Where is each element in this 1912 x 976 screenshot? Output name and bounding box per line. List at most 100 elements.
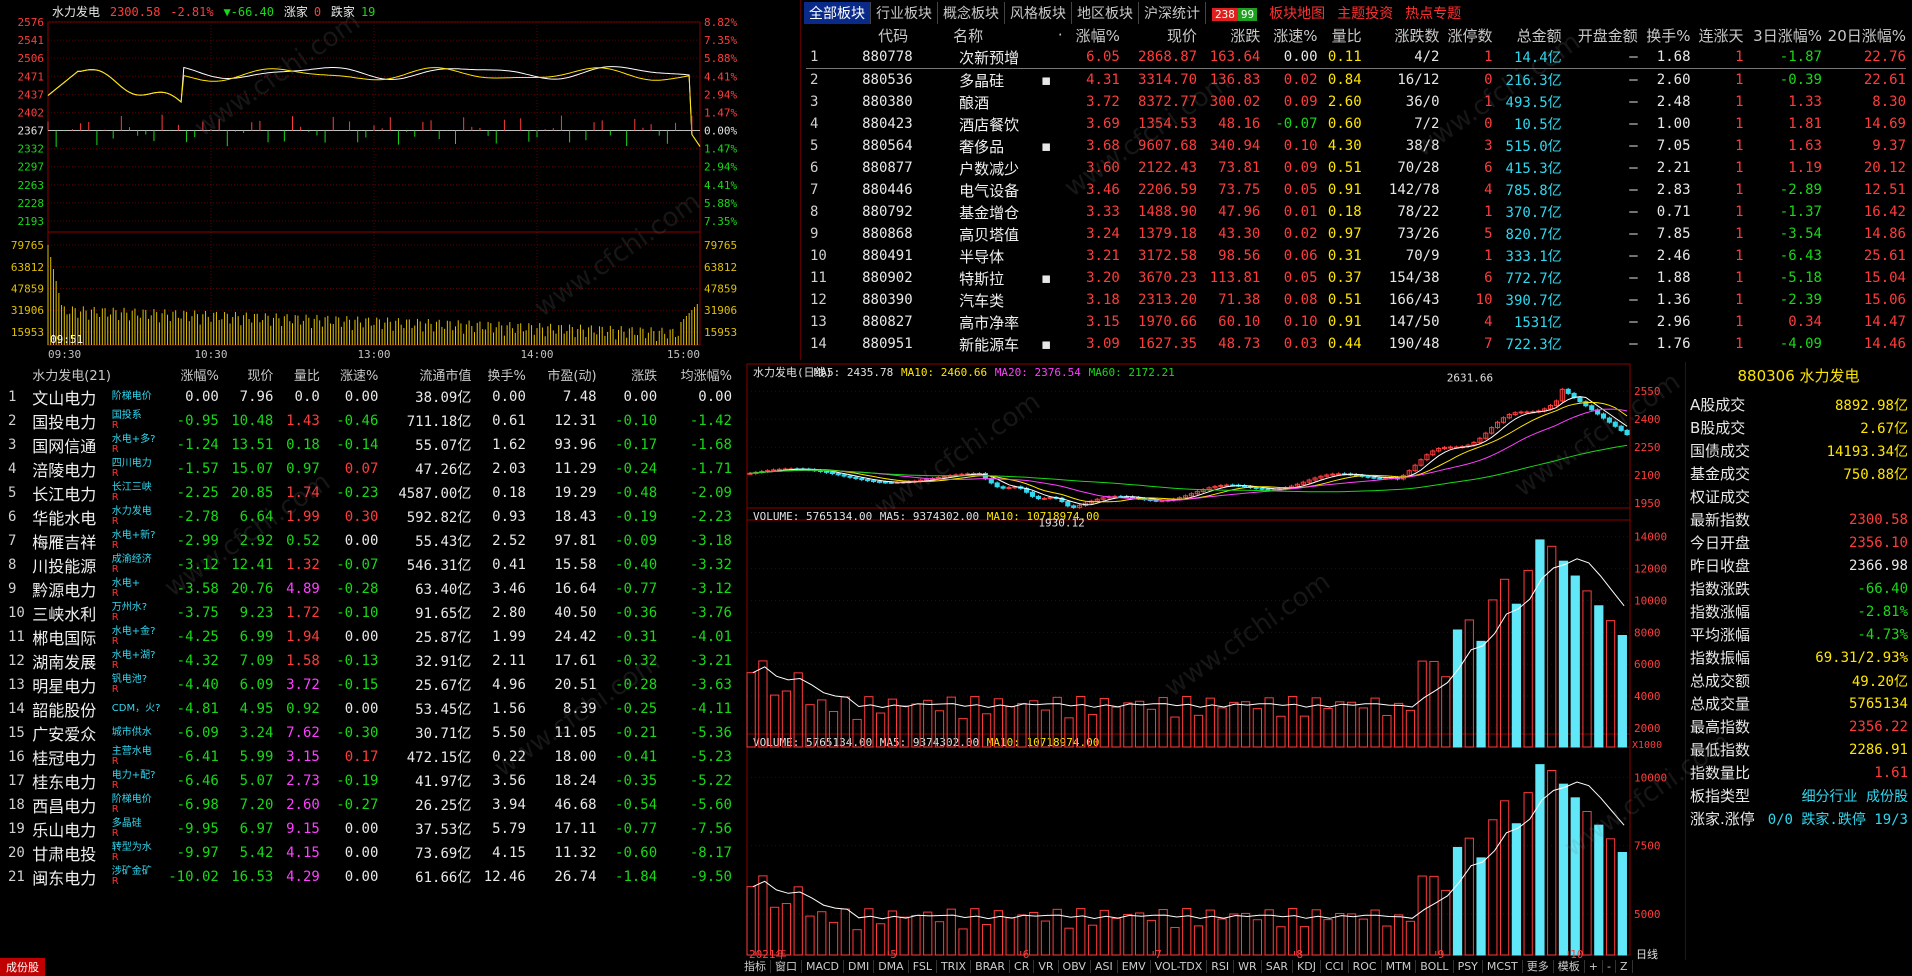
kline-panel[interactable]: 水力发电(日线) MA5: 2435.78 MA10: 2460.66 MA20: 2… bbox=[745, 362, 1685, 973]
stock-header-4[interactable]: 现价 bbox=[219, 363, 273, 385]
indicator-button[interactable]: Z bbox=[1616, 960, 1633, 973]
stock-row[interactable]: 21 闽东电力 涉矿金矿 R -10.02 16.53 4.29 0.00 61.66亿 12.4… bbox=[4, 865, 732, 889]
tab-theme[interactable]: 主题投资 bbox=[1337, 3, 1393, 23]
indicator-button[interactable]: 指标 bbox=[740, 960, 771, 973]
indicator-button[interactable]: SAR bbox=[1262, 960, 1294, 973]
sector-row[interactable]: 12 880390 汽车类 3.18 2313.20 71.38 0.08 0.51 166/4… bbox=[806, 289, 1906, 311]
stock-header-7[interactable]: 流通市值 bbox=[378, 363, 471, 385]
stock-row[interactable]: 15 广安爱众 城市供水 -6.09 3.24 7.62 -0.30 30.71亿 5.50 11… bbox=[4, 721, 732, 745]
stock-header-11[interactable]: 均涨幅% bbox=[657, 363, 732, 385]
sector-header-3[interactable]: · bbox=[1041, 24, 1063, 46]
sector-header-13[interactable]: 换手% bbox=[1638, 24, 1690, 46]
sector-row[interactable]: 11 880902 特斯拉 ▪ 3.20 3670.23 113.81 0.05 0.37 154… bbox=[806, 267, 1906, 289]
indicator-button[interactable]: PSY bbox=[1454, 960, 1483, 973]
tab-hot-topics[interactable]: 热点专题 bbox=[1405, 3, 1461, 23]
indicator-button[interactable]: OBV bbox=[1059, 960, 1091, 973]
sector-row[interactable]: 8 880792 基金增仓 3.33 1488.90 47.96 0.01 0.18 78/22… bbox=[806, 201, 1906, 223]
indicator-button[interactable]: VR bbox=[1034, 960, 1059, 973]
stock-header-6[interactable]: 涨速% bbox=[320, 363, 378, 385]
kline-chart[interactable]: 水力发电(日线)MA5: 2435.78 MA10: 2460.66 MA20: 2… bbox=[745, 362, 1685, 961]
sector-header-4[interactable]: 涨幅% bbox=[1063, 24, 1120, 46]
sector-header-11[interactable]: 总金额 bbox=[1493, 24, 1562, 46]
tab-stats[interactable]: 沪深统计 bbox=[1139, 2, 1206, 24]
stock-row[interactable]: 3 国网信通 水电+多? R -1.24 13.51 0.18 -0.14 55.07亿 1.62… bbox=[4, 433, 732, 457]
stock-row[interactable]: 17 桂东电力 电力+配? R -6.46 5.07 2.73 -0.19 41.97亿 3.56… bbox=[4, 769, 732, 793]
stock-header-8[interactable]: 换手% bbox=[471, 363, 526, 385]
tab-industry[interactable]: 行业板块 bbox=[871, 2, 938, 24]
indicator-button[interactable]: RSI bbox=[1207, 960, 1235, 973]
sector-row[interactable]: 4 880423 酒店餐饮 3.69 1354.53 48.16 -0.07 0.60 7/2 0… bbox=[806, 113, 1906, 135]
indicator-button[interactable]: EMV bbox=[1118, 960, 1151, 973]
stock-row[interactable]: 14 韶能股份 CDM，火? -4.81 4.95 0.92 0.00 53.45亿 1.56 8… bbox=[4, 697, 732, 721]
sector-header-5[interactable]: 现价 bbox=[1120, 24, 1197, 46]
indicator-button[interactable]: ROC bbox=[1349, 960, 1382, 973]
sector-row[interactable]: 10 880491 半导体 3.21 3172.58 98.56 0.06 0.31 70/9 1… bbox=[806, 245, 1906, 267]
sector-row[interactable]: 14 880951 新能源车 ▪ 3.09 1627.35 48.73 0.03 0.44 190… bbox=[806, 333, 1906, 355]
tab-concept[interactable]: 概念板块 bbox=[938, 2, 1005, 24]
sector-row[interactable]: 2 880536 多晶硅 ▪ 4.31 3314.70 136.83 0.02 0.84 16/1… bbox=[806, 69, 1906, 92]
indicator-button[interactable]: VOL-TDX bbox=[1151, 960, 1208, 973]
indicator-button[interactable]: MCST bbox=[1483, 960, 1523, 973]
constituents-tag[interactable]: 成份股 bbox=[0, 958, 45, 976]
stock-row[interactable]: 4 涪陵电力 四川电力 R -1.57 15.07 0.97 0.07 47.26亿 2.03 11… bbox=[4, 457, 732, 481]
stock-row[interactable]: 5 长江电力 长江三峡 R -2.25 20.85 1.74 -0.23 4587.00亿 0.1… bbox=[4, 481, 732, 505]
stock-row[interactable]: 13 明星电力 钒电池? R -4.40 6.09 3.72 -0.15 25.67亿 4.96 2… bbox=[4, 673, 732, 697]
sector-header-7[interactable]: 涨速% bbox=[1260, 24, 1317, 46]
indicator-button[interactable]: FSL bbox=[909, 960, 937, 973]
sector-row[interactable]: 13 880827 高市净率 3.15 1970.66 60.10 0.10 0.91 147/… bbox=[806, 311, 1906, 333]
sector-header-8[interactable]: 量比 bbox=[1318, 24, 1362, 46]
sector-row[interactable]: 9 880868 高贝塔值 3.24 1379.18 43.30 0.02 0.97 73/26… bbox=[806, 223, 1906, 245]
indicator-button[interactable]: ASI bbox=[1091, 960, 1118, 973]
sector-header-6[interactable]: 涨跌 bbox=[1197, 24, 1260, 46]
tab-region[interactable]: 地区板块 bbox=[1072, 2, 1139, 24]
stock-row[interactable]: 6 华能水电 水力发电 R -2.78 6.64 1.99 0.30 592.82亿 0.93 18… bbox=[4, 505, 732, 529]
tab-sector-map[interactable]: 板块地图 bbox=[1269, 3, 1325, 23]
indicator-button[interactable]: CCI bbox=[1321, 960, 1349, 973]
stock-header-10[interactable]: 涨跌 bbox=[597, 363, 657, 385]
sector-header-14[interactable]: 连涨天 bbox=[1691, 24, 1744, 46]
stock-row[interactable]: 9 黔源电力 水电+ R -3.58 20.76 4.89 -0.28 63.40亿 3.46 16… bbox=[4, 577, 732, 601]
stock-row[interactable]: 1 文山电力 阶梯电价 0.00 7.96 0.0 0.00 38.09亿 0.00 7.48 0.… bbox=[4, 385, 732, 409]
stock-row[interactable]: 19 乐山电力 多晶硅 R -9.95 6.97 9.15 0.00 37.53亿 5.79 17.… bbox=[4, 817, 732, 841]
stock-row[interactable]: 10 三峡水利 万州水? R -3.75 9.23 1.72 -0.10 91.65亿 2.80 4… bbox=[4, 601, 732, 625]
sector-header-12[interactable]: 开盘金额 bbox=[1562, 24, 1638, 46]
stock-header-2[interactable] bbox=[112, 363, 165, 385]
intraday-chart-panel[interactable]: 2576 8.82% 2541 7.35% 2506 5.88% 2471 4.41% 2437… bbox=[0, 0, 750, 362]
stock-row[interactable]: 20 甘肃电投 转型为水 R -9.97 5.42 4.15 0.00 73.69亿 4.15 11… bbox=[4, 841, 732, 865]
indicator-button[interactable]: CR bbox=[1010, 960, 1035, 973]
indicator-button[interactable]: KDJ bbox=[1293, 960, 1321, 973]
stock-header-5[interactable]: 量比 bbox=[273, 363, 320, 385]
indicator-button[interactable]: 更多 bbox=[1523, 960, 1554, 973]
stock-header-3[interactable]: 涨幅% bbox=[164, 363, 218, 385]
indicator-button[interactable]: BRAR bbox=[971, 960, 1011, 973]
stock-header-1[interactable]: 水力发电(21) bbox=[32, 363, 111, 385]
tab-style[interactable]: 风格板块 bbox=[1005, 2, 1072, 24]
sector-header-15[interactable]: 3日涨幅% bbox=[1744, 24, 1822, 46]
indicator-button[interactable]: WR bbox=[1234, 960, 1262, 973]
stock-row[interactable]: 18 西昌电力 阶梯电价 R -6.98 7.20 2.60 -0.27 26.25亿 3.94 4… bbox=[4, 793, 732, 817]
indicator-button[interactable]: + bbox=[1585, 960, 1603, 973]
sector-row[interactable]: 3 880380 酿酒 3.72 8372.77 300.02 0.09 2.60 36/0 1 4… bbox=[806, 91, 1906, 113]
intraday-chart[interactable]: 2576 8.82% 2541 7.35% 2506 5.88% 2471 4.41% 2437… bbox=[0, 0, 750, 362]
indicator-button[interactable]: - bbox=[1603, 960, 1616, 973]
indicator-button[interactable]: 模板 bbox=[1554, 960, 1585, 973]
stock-header-9[interactable]: 市盈(动) bbox=[526, 363, 596, 385]
stock-header-0[interactable] bbox=[4, 363, 32, 385]
indicator-button[interactable]: TRIX bbox=[937, 960, 972, 973]
sector-row[interactable]: 5 880564 奢侈品 ▪ 3.68 9607.68 340.94 0.10 4.30 38/8… bbox=[806, 135, 1906, 157]
stock-row[interactable]: 7 梅雁吉祥 水电+新? R -2.99 2.92 0.52 0.00 55.43亿 2.52 97… bbox=[4, 529, 732, 553]
indicator-button[interactable]: MACD bbox=[802, 960, 844, 973]
sector-header-0[interactable] bbox=[806, 24, 848, 46]
stock-row[interactable]: 8 川投能源 成渝经济 R -3.12 12.41 1.32 -0.07 546.31亿 0.41… bbox=[4, 553, 732, 577]
sector-header-2[interactable]: 名称 bbox=[953, 24, 1041, 46]
sector-header-1[interactable]: 代码 bbox=[848, 24, 953, 46]
indicator-button[interactable]: BOLL bbox=[1416, 960, 1454, 973]
sector-row[interactable]: 6 880877 户数减少 3.60 2122.43 73.81 0.09 0.51 70/28… bbox=[806, 157, 1906, 179]
indicator-button[interactable]: DMI bbox=[844, 960, 875, 973]
stock-row[interactable]: 16 桂冠电力 主营水电 R -6.41 5.99 3.15 0.17 472.15亿 0.22 1… bbox=[4, 745, 732, 769]
tab-all-sectors[interactable]: 全部板块 bbox=[804, 2, 871, 24]
sector-header-10[interactable]: 涨停数 bbox=[1440, 24, 1493, 46]
sector-row[interactable]: 1 880778 次新预增 6.05 2868.87 163.64 0.00 0.11 4/2 1… bbox=[806, 46, 1906, 69]
sector-header-9[interactable]: 涨跌数 bbox=[1362, 24, 1439, 46]
indicator-button[interactable]: DMA bbox=[874, 960, 909, 973]
